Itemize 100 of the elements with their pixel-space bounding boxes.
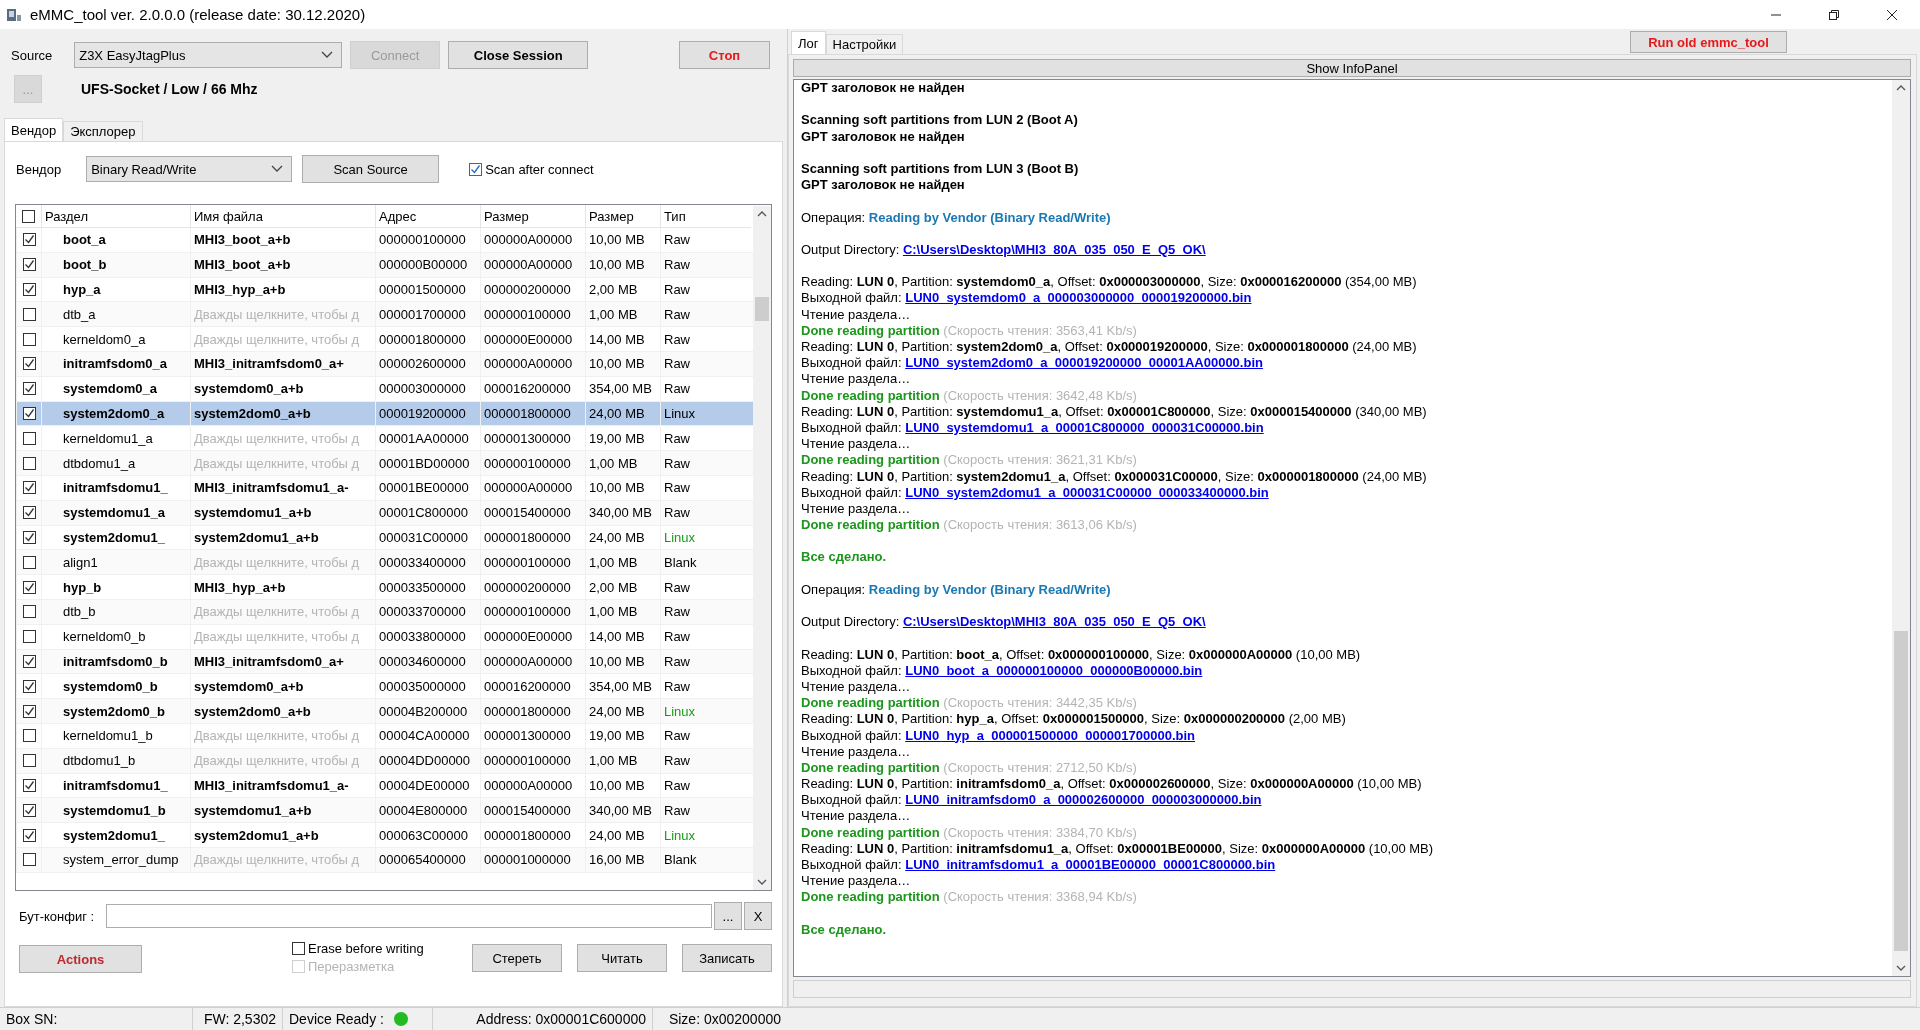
- tab[interactable]: Лог: [791, 31, 826, 54]
- table-cell: 24,00 MB: [585, 699, 660, 723]
- column-header[interactable]: Раздел: [41, 205, 190, 227]
- show-infopanel-button[interactable]: Show InfoPanel: [793, 59, 1911, 77]
- actions-button[interactable]: Actions: [19, 945, 142, 973]
- chevron-down-icon[interactable]: [757, 879, 767, 886]
- column-header[interactable]: Тип: [660, 205, 746, 227]
- scrollbar-thumb[interactable]: [755, 297, 769, 321]
- tab[interactable]: Вендор: [4, 118, 64, 141]
- checkbox[interactable]: [22, 580, 36, 594]
- table-cell: 00004DE00000: [375, 773, 480, 798]
- checkbox[interactable]: [22, 630, 36, 644]
- table-row[interactable]: initramfsdom0_b MHI3_initramfsdom0_a+ 000034600000 000000A00000 10,00 MB Raw: [16, 649, 753, 675]
- tab[interactable]: Настройки: [825, 34, 904, 54]
- file-link[interactable]: C:\Users\Desktop\MHI3_80A_035_050_E_Q5_OK\: [902, 241, 1206, 257]
- checkbox[interactable]: [22, 456, 36, 470]
- table-row[interactable]: system2dom0_a system2dom0_a+b 000019200000 000001800000 24,00 MB Linux: [16, 401, 753, 427]
- table-row[interactable]: boot_a MHI3_boot_a+b 000000100000 000000A00000 10,00 MB Raw: [16, 228, 753, 253]
- file-link[interactable]: C:\Users\Desktop\MHI3_80A_035_050_E_Q5_OK\: [902, 614, 1206, 630]
- checkbox[interactable]: [22, 506, 36, 520]
- table-row[interactable]: hyp_b MHI3_hyp_a+b 000033500000 000000200000 2,00 MB Raw: [16, 575, 753, 600]
- checkbox[interactable]: [22, 704, 36, 718]
- checkbox[interactable]: [292, 942, 305, 955]
- checkbox[interactable]: [22, 307, 36, 321]
- checkbox[interactable]: [22, 382, 36, 396]
- file-link[interactable]: LUN0_system2domu1_a_000031C00000_000033400000.bin: [905, 484, 1269, 500]
- checkbox[interactable]: [22, 778, 36, 792]
- table-row[interactable]: system2domu1_ system2domu1_a+b 000063C00000 000001800000 24,00 MB Linux: [16, 823, 753, 848]
- file-link[interactable]: LUN0_system2dom0_a_000019200000_00001AA00000.bin: [905, 355, 1263, 371]
- table-row[interactable]: system_error_dump Дважды щелкните, чтобы д 000065400000 000001000000 16,00 MB Blank: [16, 847, 753, 873]
- table-row[interactable]: boot_b MHI3_boot_a+b 000000B00000 000000A00000 10,00 MB Raw: [16, 252, 753, 278]
- file-link[interactable]: LUN0_initramfsdom0_a_000002600000_000003000000.bin: [905, 792, 1262, 808]
- checkbox[interactable]: [469, 162, 483, 176]
- restore-icon[interactable]: [1828, 8, 1840, 21]
- table-row[interactable]: kerneldom0_a Дважды щелкните, чтобы д 000001800000 000000E00000 14,00 MB Raw: [16, 327, 753, 352]
- checkbox[interactable]: [22, 481, 36, 495]
- scrollbar[interactable]: [1892, 80, 1910, 976]
- table-row[interactable]: systemdom0_a systemdom0_a+b 000003000000 000016200000 354,00 MB Raw: [16, 376, 753, 402]
- table-row[interactable]: systemdomu1_b systemdomu1_a+b 00004E800000 000015400000 340,00 MB Raw: [16, 798, 753, 824]
- table-row[interactable]: dtbdomu1_b Дважды щелкните, чтобы д 00004DD00000 000000100000 1,00 MB Raw: [16, 748, 753, 774]
- boot-config-field[interactable]: [106, 904, 712, 928]
- checkbox[interactable]: [22, 258, 36, 272]
- checkbox[interactable]: [22, 803, 36, 817]
- column-header[interactable]: Размер: [480, 205, 585, 227]
- chevron-down-icon[interactable]: [1896, 965, 1906, 972]
- file-link[interactable]: LUN0_initramfsdomu1_a_00001BE00000_00001C800000.bin: [905, 857, 1276, 872]
- checkbox[interactable]: [22, 283, 36, 296]
- file-link[interactable]: LUN0_hyp_a_000001500000_000001700000.bin: [905, 727, 1196, 743]
- table-row[interactable]: initramfsdom0_a MHI3_initramfsdom0_a+ 000002600000 000000A00000 10,00 MB Raw: [16, 352, 753, 377]
- checkbox[interactable]: [22, 729, 36, 743]
- table-row[interactable]: align1 Дважды щелкните, чтобы д 000033400000 000000100000 1,00 MB Blank: [16, 550, 753, 576]
- stop-button[interactable]: Стоп: [679, 41, 770, 69]
- checkbox[interactable]: [22, 679, 36, 693]
- checkbox[interactable]: [22, 530, 36, 544]
- action-button[interactable]: Стереть: [472, 944, 562, 972]
- checkbox[interactable]: [22, 828, 36, 842]
- checkbox[interactable]: [22, 431, 36, 445]
- checkbox[interactable]: [22, 605, 36, 619]
- table-cell: 10,00 MB: [585, 649, 660, 674]
- column-header[interactable]: Размер: [585, 205, 660, 227]
- table-row[interactable]: kerneldom0_b Дважды щелкните, чтобы д 000033800000 000000E00000 14,00 MB Raw: [16, 624, 753, 650]
- table-row[interactable]: dtb_b Дважды щелкните, чтобы д 000033700000 000000100000 1,00 MB Raw: [16, 599, 753, 625]
- horizontal-scrollbar[interactable]: [793, 980, 1911, 998]
- scrollbar-thumb[interactable]: [1894, 631, 1908, 951]
- file-link[interactable]: LUN0_boot_a_000000100000_000000B00000.bin: [905, 662, 1203, 678]
- tab[interactable]: Эксплорер: [63, 121, 143, 141]
- action-button[interactable]: Читать: [577, 944, 667, 972]
- table-row[interactable]: dtb_a Дважды щелкните, чтобы д 000001700000 000000100000 1,00 MB Raw: [16, 302, 753, 328]
- action-button[interactable]: Записать: [682, 944, 772, 972]
- checkbox[interactable]: [22, 406, 36, 420]
- scan-source-button[interactable]: Scan Source: [302, 155, 440, 183]
- checkbox[interactable]: [22, 233, 36, 247]
- table-row[interactable]: kerneldomu1_b Дважды щелкните, чтобы д 00004CA00000 000001300000 19,00 MB Raw: [16, 723, 753, 749]
- file-link[interactable]: LUN0_systemdom0_a_000003000000_000019200000.bin: [905, 290, 1252, 306]
- checkbox[interactable]: [22, 754, 36, 768]
- checkbox[interactable]: [22, 209, 35, 223]
- table-cell: 000033700000: [375, 599, 480, 624]
- checkbox[interactable]: [22, 654, 36, 668]
- table-row[interactable]: dtbdomu1_a Дважды щелкните, чтобы д 00001BD00000 000000100000 1,00 MB Raw: [16, 451, 753, 476]
- table-cell: systemdom0_a+b: [190, 674, 375, 699]
- table-row[interactable]: initramfsdomu1_ MHI3_initramfsdomu1_a- 00001BE00000 000000A00000 10,00 MB Raw: [16, 475, 753, 501]
- table-row[interactable]: system2dom0_b system2dom0_a+b 00004B200000 000001800000 24,00 MB Linux: [16, 699, 753, 724]
- vendor-dropdown[interactable]: Binary Read/Write: [86, 156, 293, 182]
- run-old-button[interactable]: Run old emmc_tool: [1630, 31, 1787, 53]
- file-link[interactable]: LUN0_systemdomu1_a_00001C800000_000031C00000.bin: [905, 419, 1264, 435]
- chevron-up-icon[interactable]: [1896, 84, 1906, 91]
- checkbox[interactable]: [22, 853, 36, 867]
- checkbox[interactable]: [22, 332, 36, 346]
- column-header[interactable]: Адрес: [375, 205, 480, 227]
- close-icon[interactable]: [1886, 8, 1898, 21]
- chevron-up-icon[interactable]: [757, 210, 767, 217]
- column-header[interactable]: Имя файла: [190, 205, 375, 227]
- table-row[interactable]: systemdomu1_a systemdomu1_a+b 00001C800000 000015400000 340,00 MB Raw: [16, 500, 753, 526]
- source-dropdown[interactable]: Z3X EasyJtagPlus: [74, 42, 343, 68]
- close-session-button[interactable]: Close Session: [448, 41, 589, 69]
- checkbox[interactable]: [22, 555, 36, 569]
- clear-button[interactable]: X: [744, 902, 772, 930]
- browse-button[interactable]: ...: [714, 902, 742, 930]
- checkbox[interactable]: [22, 357, 36, 371]
- scrollbar[interactable]: [753, 206, 771, 890]
